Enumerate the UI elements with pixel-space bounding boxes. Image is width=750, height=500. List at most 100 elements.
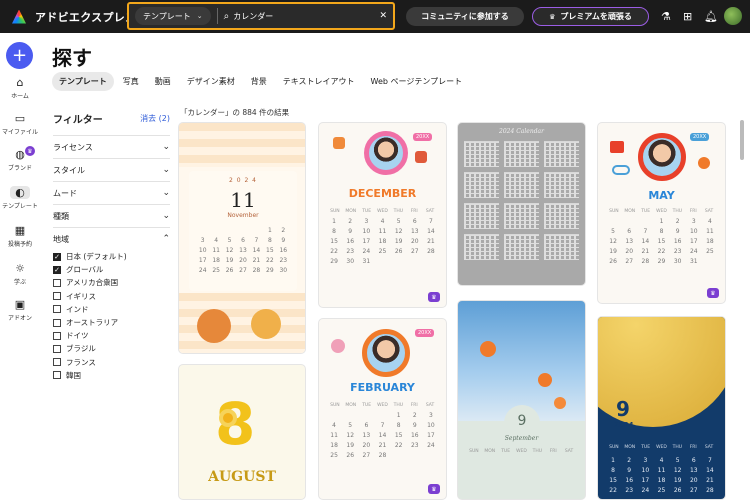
calendar-day: 2 bbox=[348, 218, 353, 225]
sidebar-item-learn[interactable]: ☼ 学ぶ bbox=[0, 262, 40, 286]
region-checkbox-item[interactable]: オーストラリア bbox=[53, 316, 170, 329]
tab-templates[interactable]: テンプレート bbox=[52, 72, 114, 91]
sidebar-item-schedule[interactable]: ▦ 投稿予約 bbox=[0, 224, 40, 248]
scrollbar-thumb[interactable] bbox=[740, 120, 744, 160]
create-new-button[interactable]: + bbox=[6, 42, 33, 69]
tab-videos[interactable]: 動画 bbox=[148, 72, 178, 91]
filter-panel: フィルター 消去 (2) ライセンス ⌄ スタイル ⌄ ムード ⌄ 種類 ⌄ 地域 ⌃ ✓… bbox=[53, 110, 170, 382]
filter-label: 地域 bbox=[53, 234, 69, 244]
calendar-day: 11 bbox=[330, 432, 338, 439]
weekday-label: FRI bbox=[689, 445, 697, 450]
flask-icon[interactable]: ⚗ bbox=[661, 10, 671, 23]
calendar-day: 3 bbox=[429, 412, 433, 419]
filter-mood[interactable]: ムード ⌄ bbox=[53, 181, 170, 204]
template-card-november[interactable]: 2 0 2 4 11 November 1 2 3 4 5 6 7 8 9 10 11 12 13 14 1… bbox=[178, 122, 306, 354]
region-checkbox-item[interactable]: フランス bbox=[53, 356, 170, 369]
filter-region[interactable]: 地域 ⌃ bbox=[53, 227, 170, 250]
mini-month-calendar bbox=[464, 203, 499, 229]
calendar-day: 23 bbox=[279, 257, 288, 264]
child-photo bbox=[638, 133, 686, 181]
search-scope-dropdown[interactable]: テンプレート ⌄ bbox=[135, 7, 211, 25]
calendar-day: 9 bbox=[675, 228, 680, 235]
calendar-day: 1 bbox=[659, 218, 664, 225]
sidebar-item-addons[interactable]: ▣ アドオン bbox=[0, 298, 40, 322]
template-card-yearly-calendar[interactable]: 2024 Calendar bbox=[457, 122, 586, 286]
calendar-day: 8 bbox=[659, 228, 664, 235]
filter-label: ライセンス bbox=[53, 142, 93, 152]
weekday-header: SUN MON TUE WED THU FRI SAT bbox=[319, 403, 446, 408]
tab-backgrounds[interactable]: 背景 bbox=[244, 72, 274, 91]
app-name[interactable]: アドビエクスプレス bbox=[35, 9, 136, 25]
cosmos-flower-decoration bbox=[538, 373, 552, 387]
sidebar-item-label: 投稿予約 bbox=[7, 241, 32, 248]
calendar-day: 1 bbox=[267, 227, 272, 234]
chevron-down-icon: ⌄ bbox=[162, 188, 170, 198]
calendar-day: 9 bbox=[627, 467, 632, 474]
template-card-september-night[interactable]: 9 2024 SUN MON TUE WED THU FRI SAT 1 2 3 4 5 6 7 8 9 10… bbox=[597, 316, 726, 500]
card-month: DECEMBER bbox=[348, 187, 417, 200]
flower-decoration bbox=[698, 157, 710, 169]
template-card-august[interactable]: 8 AUGUST bbox=[178, 364, 306, 500]
calendar-day: 15 bbox=[330, 238, 338, 245]
sidebar-item-templates[interactable]: ◐ テンプレート bbox=[0, 186, 40, 210]
checked-checkbox-icon[interactable]: ✓ bbox=[53, 252, 61, 261]
template-card-september[interactable]: 9 September SUN MON TUE WED THU FRI SAT bbox=[457, 300, 586, 500]
checked-checkbox-icon[interactable]: ✓ bbox=[53, 265, 61, 274]
mini-month-calendar bbox=[544, 141, 579, 167]
sidebar-item-my-files[interactable]: ▭ マイファイル bbox=[0, 112, 40, 136]
search-icon: ⌕ bbox=[223, 10, 230, 22]
premium-button[interactable]: ♛ プレミアムを頑張る bbox=[532, 7, 649, 26]
avatar[interactable] bbox=[724, 7, 742, 25]
checkbox-icon[interactable] bbox=[53, 318, 61, 327]
calendar-day: 13 bbox=[239, 247, 247, 254]
tab-design-assets[interactable]: デザイン素材 bbox=[180, 72, 242, 91]
filter-license[interactable]: ライセンス ⌄ bbox=[53, 135, 170, 158]
template-card-december[interactable]: 20XX DECEMBER SUN MON TUE WED THU FRI SAT 1234… bbox=[318, 122, 447, 308]
tab-photos[interactable]: 写真 bbox=[116, 72, 146, 91]
template-card-may[interactable]: 20XX MAY SUN MON TUE WED THU FRI SAT 123456789… bbox=[597, 122, 726, 304]
region-checkbox-item[interactable]: 韓国 bbox=[53, 369, 170, 382]
apps-grid-icon[interactable]: ⊞ bbox=[683, 10, 692, 23]
checkbox-icon[interactable] bbox=[53, 331, 61, 340]
checkbox-icon[interactable] bbox=[53, 278, 61, 287]
clear-filters-link[interactable]: 消去 (2) bbox=[140, 113, 170, 124]
calendar-day: 29 bbox=[657, 258, 666, 265]
card-month: FEBRUARY bbox=[350, 381, 415, 394]
year-badge: 20XX bbox=[690, 133, 710, 141]
adobe-express-logo-icon[interactable] bbox=[12, 9, 26, 24]
region-checkbox-item[interactable]: ✓ 日本 (デフォルト) bbox=[53, 250, 170, 263]
filter-type[interactable]: 種類 ⌄ bbox=[53, 204, 170, 227]
checkbox-icon[interactable] bbox=[53, 371, 61, 380]
bell-icon[interactable]: 🔔︎ bbox=[704, 10, 718, 23]
weekday-label: THU bbox=[532, 449, 543, 454]
sidebar-item-label: アドオン bbox=[7, 315, 32, 322]
calendar-day: 9 bbox=[412, 422, 417, 429]
search-input[interactable]: カレンダー bbox=[233, 11, 375, 22]
region-checkbox-item[interactable]: ブラジル bbox=[53, 342, 170, 355]
checkbox-icon[interactable] bbox=[53, 292, 61, 301]
calendar-day: 18 bbox=[657, 477, 666, 484]
region-checkbox-item[interactable]: アメリカ合衆国 bbox=[53, 276, 170, 289]
checkbox-icon[interactable] bbox=[53, 305, 61, 314]
region-checkbox-item[interactable]: イギリス bbox=[53, 290, 170, 303]
calendar-day: 17 bbox=[362, 238, 371, 245]
clear-search-icon[interactable]: ✕ bbox=[379, 11, 387, 21]
search-scope-label: テンプレート bbox=[143, 11, 191, 21]
template-card-february[interactable]: 20XX FEBRUARY SUN MON TUE WED THU FRI SAT 1234… bbox=[318, 318, 447, 500]
autumn-tree-decoration bbox=[197, 309, 231, 343]
checkbox-icon[interactable] bbox=[53, 358, 61, 367]
tab-web-pages[interactable]: Web ページテンプレート bbox=[364, 72, 470, 91]
region-checkbox-item[interactable]: インド bbox=[53, 303, 170, 316]
community-button[interactable]: コミュニティに参加する bbox=[406, 7, 524, 26]
region-checkbox-item[interactable]: ✓ グローバル bbox=[53, 263, 170, 276]
tab-text-layouts[interactable]: テキストレイアウト bbox=[276, 72, 362, 91]
calendar-day: 17 bbox=[198, 257, 207, 264]
region-checkbox-item[interactable]: ドイツ bbox=[53, 329, 170, 342]
calendar-day: 19 bbox=[346, 442, 355, 449]
sidebar-item-home[interactable]: ⌂ ホーム bbox=[0, 76, 40, 100]
search-bar[interactable]: テンプレート ⌄ ⌕ カレンダー ✕ bbox=[127, 2, 395, 30]
filter-style[interactable]: スタイル ⌄ bbox=[53, 158, 170, 181]
filter-title: フィルター bbox=[53, 114, 103, 126]
card-month: November bbox=[227, 212, 259, 219]
checkbox-icon[interactable] bbox=[53, 344, 61, 353]
